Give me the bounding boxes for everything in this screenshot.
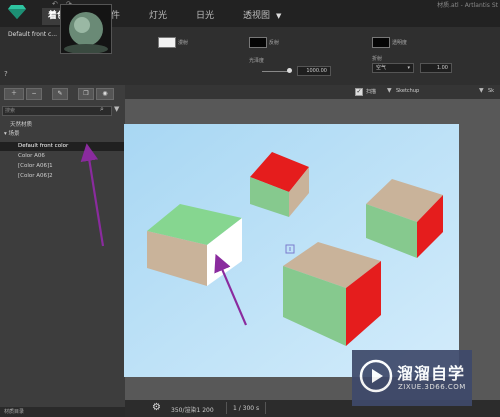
- tab-perspective[interactable]: 透视图: [237, 8, 276, 25]
- renderer-label[interactable]: Sketchup: [396, 88, 419, 94]
- reflection-label: 反射: [269, 40, 280, 46]
- eye-icon: ◉: [102, 90, 108, 97]
- viewport-toolbar: ✓ 扫描 ▼ Sketchup ▼ Sk: [125, 85, 500, 99]
- watermark-play-logo-icon: [359, 359, 393, 393]
- material-library-panel: ＋ − ✎ ❐ ◉ 搜索 ⌕ ▼ 天然材质 ▾ 场景 Default front…: [0, 85, 125, 417]
- gloss-label: 光泽度: [249, 58, 265, 64]
- watermark-brand: 溜溜自学: [397, 364, 466, 383]
- remove-material-button[interactable]: −: [26, 88, 42, 100]
- transparency-color-swatch[interactable]: [372, 37, 390, 48]
- diffuse-color-swatch[interactable]: [158, 37, 176, 48]
- add-icon: ＋: [10, 90, 17, 97]
- library-toolbar: ＋ − ✎ ❐ ◉: [0, 86, 125, 100]
- gloss-slider-handle[interactable]: [287, 68, 292, 73]
- divider: [265, 402, 266, 414]
- divider: [226, 402, 227, 414]
- tree-group-label: 场景: [8, 131, 20, 137]
- view-dropdown-icon[interactable]: ▼: [479, 87, 484, 94]
- tab-heliodon[interactable]: 日光: [190, 8, 220, 25]
- app-logo-gem-icon: [8, 5, 26, 19]
- material-preview-thumbnail[interactable]: [60, 4, 112, 54]
- tree-item-color-a06[interactable]: Color A06: [0, 152, 143, 161]
- search-icon[interactable]: ⌕: [100, 105, 104, 114]
- refraction-medium-select[interactable]: 空气 ▾: [372, 63, 414, 73]
- material-name: Default front c...: [8, 31, 58, 38]
- window-title: 材质.atl - Artlantis St: [437, 2, 498, 9]
- refraction-medium-value: 空气: [376, 65, 387, 71]
- tree-item-color-a06-2[interactable]: [Color A06]2: [0, 172, 143, 181]
- undo-icon[interactable]: ↶: [52, 0, 58, 8]
- tree-item-default-front-color[interactable]: Default front color: [0, 142, 125, 151]
- library-footer[interactable]: 材质目录: [0, 407, 125, 417]
- edit-material-button[interactable]: ✎: [52, 88, 68, 100]
- scan-label: 扫描: [366, 89, 377, 95]
- help-icon[interactable]: ?: [4, 70, 8, 78]
- diffuse-label: 漫射: [178, 40, 189, 46]
- visibility-button[interactable]: ◉: [96, 88, 114, 100]
- gloss-slider-track[interactable]: [262, 71, 290, 72]
- edit-icon: ✎: [57, 90, 63, 97]
- tree-root[interactable]: 天然材质: [0, 121, 135, 130]
- gloss-value-input[interactable]: 1000.00: [297, 66, 331, 76]
- tab-lights[interactable]: 灯光: [143, 8, 173, 25]
- library-search-input[interactable]: 搜索: [2, 106, 112, 116]
- watermark-url: ZIXUE.3D66.COM: [398, 383, 466, 391]
- refraction-label: 折射: [372, 56, 383, 62]
- add-material-button[interactable]: ＋: [4, 88, 24, 100]
- render-canvas[interactable]: [124, 124, 459, 377]
- scan-checkbox[interactable]: ✓: [355, 88, 363, 96]
- watermark-badge: 溜溜自学 ZIXUE.3D66.COM: [352, 350, 472, 406]
- dropdown-arrow-icon: ▾: [407, 65, 410, 71]
- reflection-color-swatch[interactable]: [249, 37, 267, 48]
- copy-icon: ❐: [83, 90, 89, 97]
- refraction-value-input[interactable]: 1.00: [420, 63, 452, 73]
- preview-sphere-icon: [61, 5, 111, 53]
- settings-gear-icon[interactable]: ⚙: [152, 402, 161, 413]
- minus-icon: −: [31, 90, 37, 97]
- perspective-dropdown-icon[interactable]: ▼: [276, 12, 281, 20]
- resolution-value[interactable]: 350/渲染1 200: [171, 405, 214, 414]
- tree-group-scene[interactable]: ▾ 场景: [0, 130, 129, 139]
- render-time-value[interactable]: 1 / 300 s: [233, 405, 259, 412]
- filter-dropdown-icon[interactable]: ▼: [114, 105, 119, 113]
- transparency-label: 透明度: [392, 40, 408, 46]
- copy-material-button[interactable]: ❐: [78, 88, 94, 100]
- render-mode-dropdown-icon[interactable]: ▼: [387, 87, 392, 94]
- tree-item-color-a06-1[interactable]: [Color A06]1: [0, 162, 143, 171]
- view-label[interactable]: Sk: [488, 88, 494, 94]
